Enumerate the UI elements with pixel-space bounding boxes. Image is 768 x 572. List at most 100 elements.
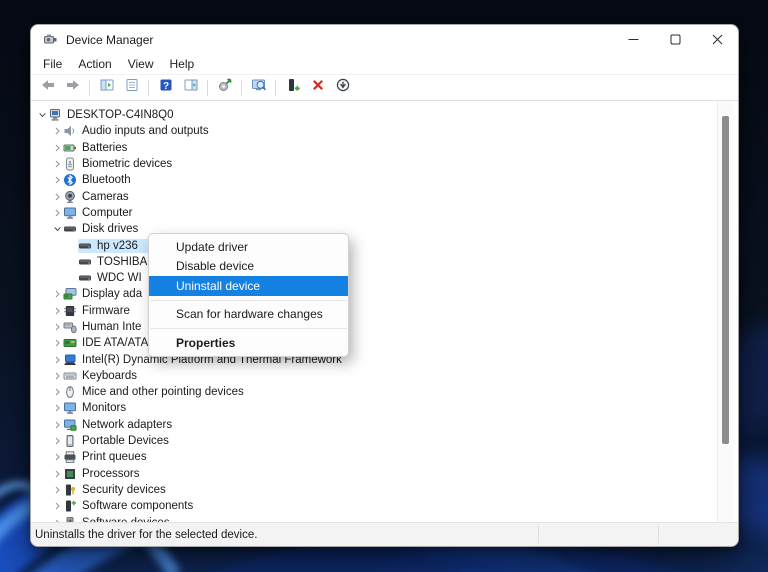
- toolbar-button-action-pane[interactable]: [179, 77, 202, 98]
- toolbar-separator: [89, 79, 90, 96]
- toolbar-button-update-driver[interactable]: [213, 77, 236, 98]
- tree-item-network-adapters[interactable]: Network adapters: [31, 417, 738, 433]
- toolbar-separator: [275, 79, 276, 96]
- toolbar-button-help[interactable]: ?: [154, 77, 177, 98]
- window-controls: [612, 25, 738, 54]
- tree-item-display-ada[interactable]: Display ada: [31, 286, 738, 302]
- chevron-right-icon[interactable]: [52, 141, 63, 155]
- title-bar[interactable]: Device Manager: [31, 25, 738, 54]
- toolbar-button-disable-device[interactable]: [331, 77, 354, 98]
- scrollbar-thumb[interactable]: [722, 116, 729, 444]
- close-button[interactable]: [696, 25, 738, 54]
- toolbar-button-forward[interactable]: [61, 77, 84, 98]
- computer-icon: [48, 108, 62, 122]
- chevron-right-icon[interactable]: [52, 450, 63, 464]
- tree-item-label: Software components: [82, 500, 194, 513]
- menu-item-properties[interactable]: Properties: [149, 333, 348, 353]
- tree-item-intel-r-dynamic-platform-and-thermal-framework[interactable]: Intel(R) Dynamic Platform and Thermal Fr…: [31, 351, 738, 367]
- chevron-right-icon[interactable]: [52, 206, 63, 220]
- chevron-placeholder: [67, 271, 78, 285]
- toolbar-button-scan-hardware[interactable]: [247, 77, 270, 98]
- tree-item-software-devices[interactable]: Software devices: [31, 514, 738, 522]
- show-console-tree-icon: [99, 77, 115, 98]
- tree-item-computer[interactable]: Computer: [31, 205, 738, 221]
- tree-item-bluetooth[interactable]: Bluetooth: [31, 172, 738, 188]
- menu-file[interactable]: File: [35, 56, 70, 72]
- tree-item-ide-ata-ata[interactable]: IDE ATA/ATA: [31, 335, 738, 351]
- toolbar-button-add-driver[interactable]: [281, 77, 304, 98]
- tree-item-print-queues[interactable]: Print queues: [31, 449, 738, 465]
- tree-item-label: IDE ATA/ATA: [82, 337, 149, 350]
- chevron-right-icon[interactable]: [52, 434, 63, 448]
- chevron-placeholder: [67, 239, 78, 253]
- action-pane-icon: [183, 77, 199, 98]
- chevron-right-icon[interactable]: [52, 336, 63, 350]
- maximize-button[interactable]: [654, 25, 696, 54]
- tree-item-disk-drives[interactable]: Disk drives: [31, 221, 738, 237]
- menu-item-disable-device[interactable]: Disable device: [149, 257, 348, 277]
- tree-item-security-devices[interactable]: Security devices: [31, 482, 738, 498]
- chevron-right-icon[interactable]: [52, 287, 63, 301]
- tree-item-processors[interactable]: Processors: [31, 466, 738, 482]
- tree-item-human-inte[interactable]: Human Inte: [31, 319, 738, 335]
- chevron-right-icon[interactable]: [52, 385, 63, 399]
- tree-item-batteries[interactable]: Batteries: [31, 140, 738, 156]
- chevron-right-icon[interactable]: [52, 320, 63, 334]
- menu-view[interactable]: View: [120, 56, 162, 72]
- tree-item-label: DESKTOP-C4IN8Q0: [67, 109, 174, 122]
- tree-item-audio-inputs-and-outputs[interactable]: Audio inputs and outputs: [31, 123, 738, 139]
- chevron-right-icon[interactable]: [52, 353, 63, 367]
- toolbar-button-uninstall-red-x[interactable]: [306, 77, 329, 98]
- tree-item-hp-v236[interactable]: hp v236: [31, 237, 738, 253]
- tree-item-mice-and-other-pointing-devices[interactable]: Mice and other pointing devices: [31, 384, 738, 400]
- tree-item-toshiba[interactable]: TOSHIBA: [31, 254, 738, 270]
- tree-item-label: Cameras: [82, 190, 129, 203]
- minimize-button[interactable]: [612, 25, 654, 54]
- chevron-placeholder: [67, 255, 78, 269]
- toolbar-button-properties-list[interactable]: [120, 77, 143, 98]
- menu-action[interactable]: Action: [70, 56, 119, 72]
- toolbar-button-show-console-tree[interactable]: [95, 77, 118, 98]
- menu-help[interactable]: Help: [162, 56, 203, 72]
- tree-item-keyboards[interactable]: Keyboards: [31, 368, 738, 384]
- chevron-down-icon[interactable]: [37, 108, 48, 122]
- status-bar: Uninstalls the driver for the selected d…: [31, 522, 738, 546]
- chevron-right-icon[interactable]: [52, 304, 63, 318]
- tree-item-label: Mice and other pointing devices: [82, 386, 244, 399]
- tree-item-cameras[interactable]: Cameras: [31, 188, 738, 204]
- tree-item-firmware[interactable]: Firmware: [31, 303, 738, 319]
- chevron-right-icon[interactable]: [52, 173, 63, 187]
- status-divider: [658, 526, 659, 543]
- chevron-right-icon[interactable]: [52, 418, 63, 432]
- printer-icon: [63, 450, 77, 464]
- tree-item-desktop-c4in8q0[interactable]: DESKTOP-C4IN8Q0: [31, 107, 738, 123]
- add-driver-icon: [285, 77, 301, 98]
- tree-item-portable-devices[interactable]: Portable Devices: [31, 433, 738, 449]
- tree-item-software-components[interactable]: Software components: [31, 498, 738, 514]
- menu-item-label: Disable device: [176, 259, 255, 274]
- battery-icon: [63, 141, 77, 155]
- svg-text:?: ?: [162, 81, 168, 92]
- chevron-right-icon[interactable]: [52, 467, 63, 481]
- chevron-right-icon[interactable]: [52, 157, 63, 171]
- menu-item-update-driver[interactable]: Update driver: [149, 237, 348, 257]
- chevron-down-icon[interactable]: [52, 222, 63, 236]
- menu-item-label: Uninstall device: [176, 278, 261, 293]
- forward-icon: [65, 77, 81, 98]
- menu-item-scan-for-hardware-changes[interactable]: Scan for hardware changes: [149, 305, 348, 325]
- toolbar-button-back[interactable]: [36, 77, 59, 98]
- chevron-right-icon[interactable]: [52, 499, 63, 513]
- scrollbar-track[interactable]: [717, 101, 733, 522]
- chevron-right-icon[interactable]: [52, 483, 63, 497]
- chevron-right-icon[interactable]: [52, 124, 63, 138]
- tree-item-label: WDC WI: [97, 272, 142, 285]
- tree-item-wdc-wi[interactable]: WDC WI: [31, 270, 738, 286]
- chevron-right-icon[interactable]: [52, 369, 63, 383]
- menu-item-uninstall-device[interactable]: Uninstall device: [149, 276, 348, 296]
- bluetooth-icon: [63, 173, 77, 187]
- tree-item-biometric-devices[interactable]: Biometric devices: [31, 156, 738, 172]
- chevron-right-icon[interactable]: [52, 401, 63, 415]
- speaker-icon: [63, 124, 77, 138]
- chevron-right-icon[interactable]: [52, 190, 63, 204]
- tree-item-monitors[interactable]: Monitors: [31, 400, 738, 416]
